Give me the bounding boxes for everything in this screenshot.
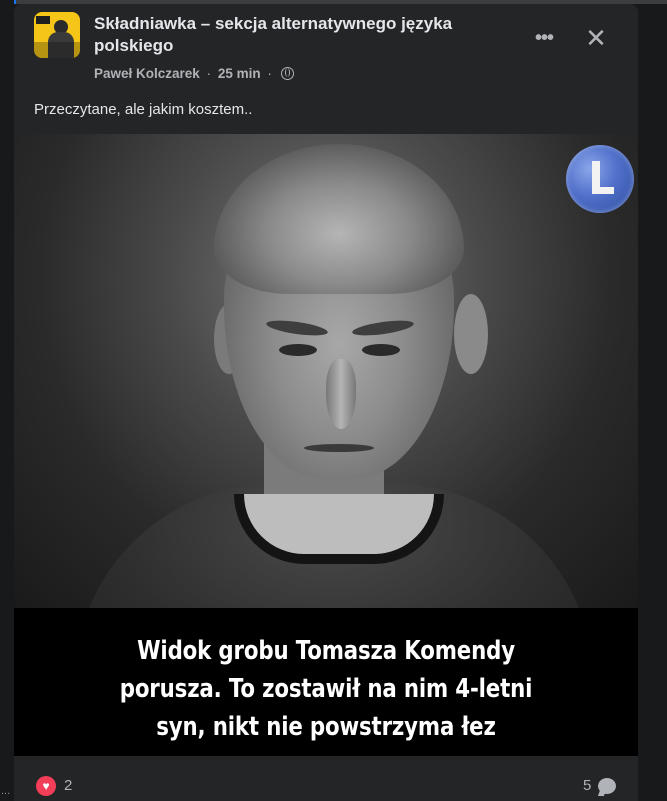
- photo-eye-right: [362, 344, 400, 356]
- meta-separator-2: ·: [267, 66, 272, 81]
- group-avatar[interactable]: [34, 12, 80, 58]
- avatar-shadow: [34, 42, 80, 58]
- edge-dots: ...: [1, 785, 11, 797]
- photo-mouth: [304, 444, 374, 452]
- logo-badge-icon: [566, 145, 634, 213]
- comment-count[interactable]: 5: [583, 777, 591, 795]
- post-footer: ♥ 2 5: [14, 756, 638, 801]
- author-link[interactable]: Paweł Kolczarek: [94, 66, 200, 81]
- post-card: Składniawka – sekcja alternatywnego języ…: [14, 4, 638, 801]
- group-name-link[interactable]: Składniawka – sekcja alternatywnego języ…: [94, 13, 454, 57]
- audience-globe-icon[interactable]: [280, 67, 294, 80]
- image-caption: Widok grobu Tomasza Komendy porusza. To …: [119, 636, 533, 742]
- more-options-icon[interactable]: •••: [526, 20, 562, 56]
- close-icon[interactable]: ✕: [578, 20, 614, 56]
- logo-letter-foot: [592, 187, 614, 194]
- reaction-count[interactable]: 2: [64, 777, 72, 795]
- post-meta: Paweł Kolczarek · 25 min ·: [94, 65, 294, 83]
- left-edge: ...: [0, 0, 14, 801]
- heart-reaction-icon[interactable]: ♥: [36, 776, 56, 796]
- timestamp-link[interactable]: 25 min: [218, 66, 261, 81]
- photo-ear-right: [454, 294, 488, 374]
- right-gutter: [638, 4, 667, 801]
- meta-separator: ·: [206, 66, 212, 81]
- comment-icon[interactable]: [598, 778, 616, 794]
- post-text: Przeczytane, ale jakim kosztem..: [34, 101, 253, 118]
- avatar-flag-shape: [36, 16, 50, 24]
- post-image[interactable]: Widok grobu Tomasza Komendy porusza. To …: [14, 134, 638, 756]
- photo-nose: [326, 359, 356, 429]
- photo-eye-left: [279, 344, 317, 356]
